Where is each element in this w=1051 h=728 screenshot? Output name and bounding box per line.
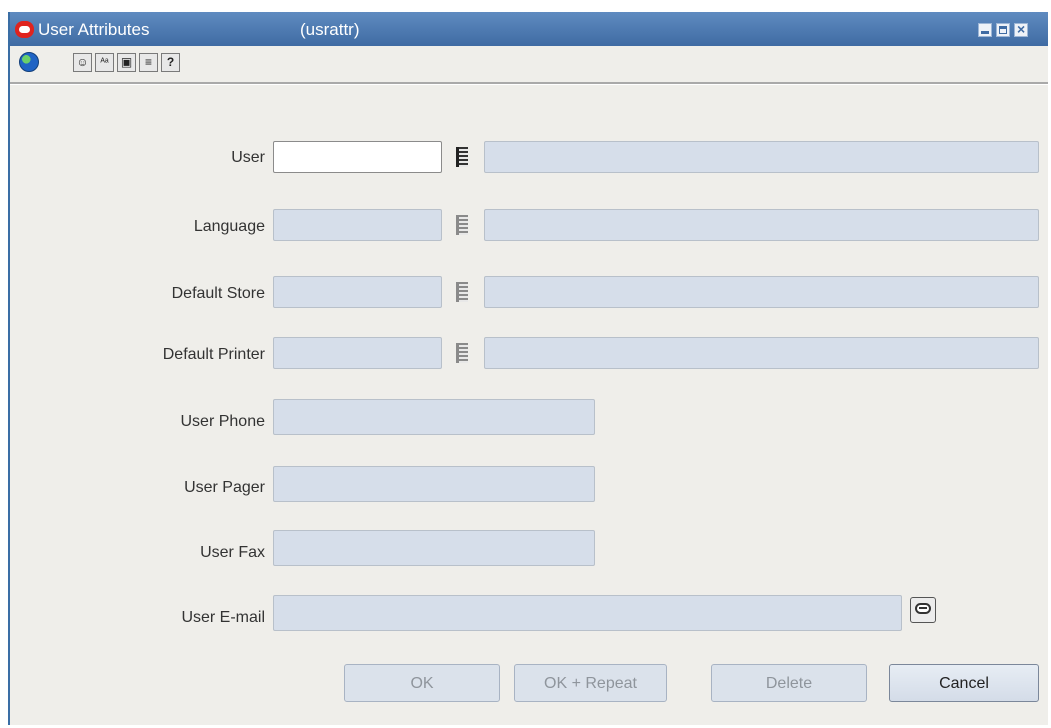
ok-button[interactable]: OK [344,664,500,702]
spellcheck-icon[interactable]: ᴬᵃ [95,53,114,72]
user-label: User [231,149,265,166]
user-phone-input[interactable] [273,399,595,435]
default-store-label: Default Store [171,285,265,302]
email-editor-icon[interactable] [910,597,936,623]
form-icon[interactable]: ▣ [117,53,136,72]
close-button[interactable]: × [1014,21,1028,37]
cancel-button[interactable]: Cancel [889,664,1039,702]
minimize-button[interactable] [978,23,992,37]
user-email-input[interactable] [273,595,902,631]
language-input[interactable] [273,209,442,241]
delete-button[interactable]: Delete [711,664,867,702]
user-input[interactable] [273,141,442,173]
close-icon: × [1017,21,1026,37]
language-label: Language [193,218,265,235]
user-email-label: User E-mail [181,609,265,626]
smile-icon[interactable]: ☺ [73,53,92,72]
user-description-field [484,141,1039,173]
default-store-description-field [484,276,1039,308]
user-phone-label: User Phone [180,413,266,430]
user-fax-input[interactable] [273,530,595,566]
language-lov-icon[interactable] [451,212,474,238]
notes-icon[interactable]: ≡ [139,53,158,72]
toolbar-divider [10,82,1048,85]
language-description-field [484,209,1039,241]
default-printer-input[interactable] [273,337,442,369]
default-store-input[interactable] [273,276,442,308]
oracle-logo-icon [15,21,34,38]
toolbar: ☺ ᴬᵃ ▣ ≡ ? [10,46,1048,76]
title-bar[interactable]: User Attributes (usrattr) × [10,12,1048,46]
default-store-lov-icon[interactable] [451,279,474,305]
help-icon[interactable]: ? [161,53,180,72]
user-fax-label: User Fax [200,544,265,561]
user-lov-icon[interactable] [451,144,474,170]
default-printer-label: Default Printer [162,346,265,363]
globe-icon[interactable] [19,52,39,72]
maximize-button[interactable] [996,23,1010,37]
window-code: (usrattr) [300,20,360,39]
default-printer-description-field [484,337,1039,369]
window-title: User Attributes [38,20,150,39]
user-pager-label: User Pager [184,479,265,496]
default-printer-lov-icon[interactable] [451,340,474,366]
ok-repeat-button[interactable]: OK + Repeat [514,664,667,702]
user-pager-input[interactable] [273,466,595,502]
